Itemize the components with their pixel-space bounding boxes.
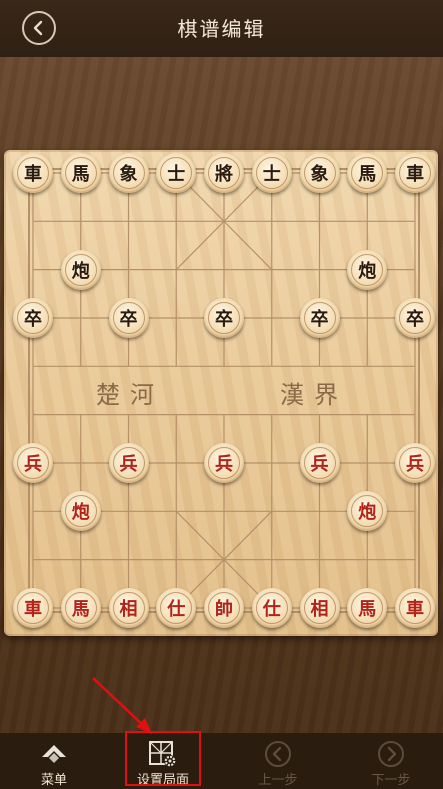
chess-piece-label: 炮 [351, 495, 384, 528]
chess-piece[interactable]: 兵 [395, 442, 435, 483]
chess-piece-label: 炮 [64, 495, 97, 528]
chess-piece[interactable]: 車 [13, 587, 53, 628]
chess-piece-label: 兵 [17, 446, 49, 479]
chess-piece[interactable]: 馬 [60, 587, 101, 628]
chess-piece[interactable]: 兵 [299, 442, 340, 483]
chess-piece[interactable]: 卒 [13, 297, 53, 338]
chess-piece[interactable]: 士 [156, 153, 197, 193]
chess-piece[interactable]: 將 [204, 153, 244, 193]
chess-piece-label: 馬 [64, 157, 97, 189]
board-grid [28, 168, 420, 613]
chess-piece[interactable]: 兵 [13, 442, 53, 483]
chess-piece[interactable]: 炮 [60, 491, 101, 532]
chess-piece-label: 車 [17, 157, 49, 189]
chess-piece-label: 兵 [208, 446, 240, 479]
chess-piece-label: 炮 [64, 253, 97, 286]
chess-piece[interactable]: 仕 [251, 587, 292, 628]
chess-piece-label: 兵 [399, 446, 431, 479]
chess-piece-label: 象 [112, 157, 145, 189]
previous-step-label: 上一步 [258, 773, 298, 788]
chess-piece-label: 相 [112, 591, 145, 624]
chess-piece[interactable]: 仕 [156, 587, 197, 628]
next-step-label: 下一步 [371, 773, 411, 788]
chess-piece[interactable]: 兵 [204, 442, 244, 483]
chess-piece-label: 馬 [351, 157, 384, 189]
chess-board[interactable]: 楚河 漢界 車馬象士將士象馬車炮炮卒卒卒卒卒兵兵兵兵兵炮炮車馬相仕帥仕相馬車 [4, 150, 438, 636]
chess-piece[interactable]: 車 [395, 587, 435, 628]
chess-piece-label: 仕 [160, 591, 193, 624]
chess-piece-label: 士 [160, 157, 193, 189]
chess-piece-label: 帥 [208, 591, 240, 624]
chess-piece-label: 車 [399, 591, 431, 624]
chess-piece[interactable]: 車 [13, 153, 53, 193]
chess-piece-label: 炮 [351, 253, 384, 286]
chess-piece-label: 卒 [303, 301, 336, 334]
chess-piece-label: 卒 [208, 301, 240, 334]
previous-step-icon [264, 741, 292, 767]
chess-piece[interactable]: 象 [108, 153, 149, 193]
chess-piece[interactable]: 相 [299, 587, 340, 628]
next-step-button[interactable]: 下一步 [347, 733, 435, 789]
river-label-han-jie: 漢界 [280, 381, 348, 409]
chess-piece[interactable]: 士 [251, 153, 292, 193]
chess-piece[interactable]: 馬 [60, 153, 101, 193]
chess-piece[interactable]: 馬 [347, 587, 388, 628]
chess-piece-label: 士 [255, 157, 288, 189]
chess-piece-label: 卒 [399, 301, 431, 334]
chess-piece[interactable]: 卒 [108, 297, 149, 338]
next-step-icon [377, 741, 405, 767]
chess-piece-label: 卒 [112, 301, 145, 334]
bottom-toolbar: 菜单 设置局面 上一步 下一步 [0, 733, 443, 789]
chess-piece-label: 馬 [351, 591, 384, 624]
chess-piece[interactable]: 卒 [299, 297, 340, 338]
chess-piece-label: 車 [17, 591, 49, 624]
chess-piece[interactable]: 帥 [204, 587, 244, 628]
chess-piece-label: 卒 [17, 301, 49, 334]
chess-piece-label: 將 [208, 157, 240, 189]
previous-step-button[interactable]: 上一步 [234, 733, 322, 789]
chess-piece-label: 兵 [112, 446, 145, 479]
page-title: 棋谱编辑 [177, 17, 266, 41]
chess-piece[interactable]: 卒 [395, 297, 435, 338]
chess-piece[interactable]: 車 [395, 153, 435, 193]
menu-label: 菜单 [40, 773, 67, 788]
chess-piece[interactable]: 相 [108, 587, 149, 628]
chess-piece[interactable]: 卒 [204, 297, 244, 338]
chess-piece-label: 相 [303, 591, 336, 624]
river-label-chu-he: 楚河 [96, 381, 164, 409]
chess-piece-label: 象 [303, 157, 336, 189]
chess-piece[interactable]: 馬 [347, 153, 388, 193]
chess-piece[interactable]: 炮 [60, 249, 101, 290]
menu-button[interactable]: 菜单 [10, 733, 98, 789]
chess-piece[interactable]: 炮 [347, 249, 388, 290]
chess-piece[interactable]: 兵 [108, 442, 149, 483]
highlight-box [125, 731, 201, 786]
chess-piece-label: 馬 [64, 591, 97, 624]
chess-piece[interactable]: 象 [299, 153, 340, 193]
menu-icon [39, 741, 69, 767]
chess-piece-label: 車 [399, 157, 431, 189]
chess-piece-label: 仕 [255, 591, 288, 624]
header-bar: 棋谱编辑 [0, 0, 443, 57]
chess-piece-label: 兵 [303, 446, 336, 479]
